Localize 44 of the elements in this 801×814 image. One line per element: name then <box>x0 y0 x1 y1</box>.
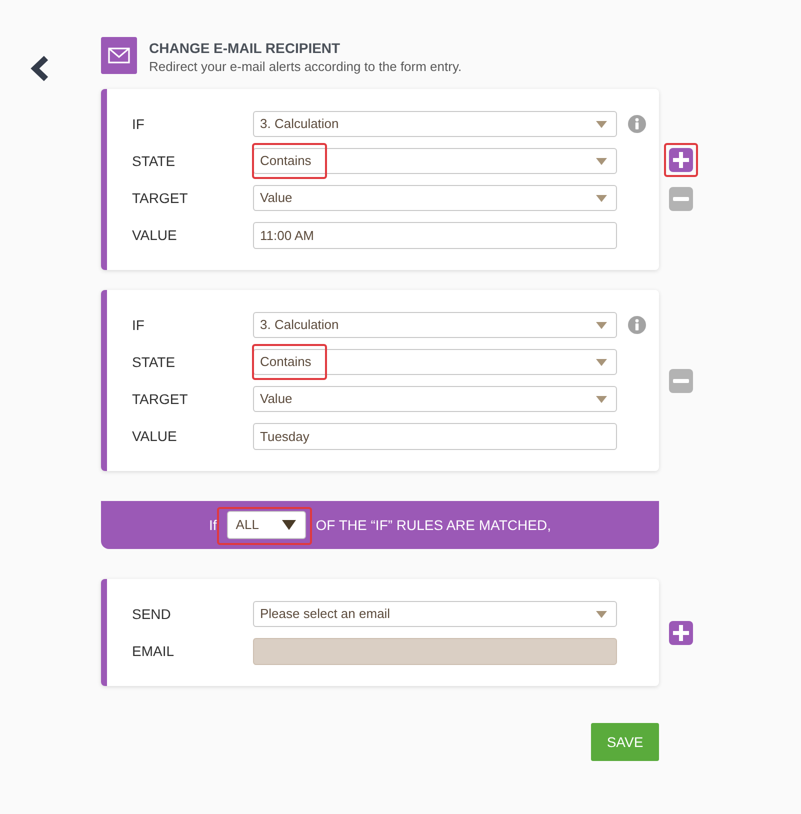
input-field[interactable]: Tuesday <box>253 423 617 450</box>
dropdown-select[interactable]: Value <box>253 386 617 412</box>
dropdown-select[interactable]: 3. Calculation <box>253 111 617 137</box>
minus-icon <box>673 197 689 201</box>
minus-icon <box>673 378 689 382</box>
remove-button[interactable] <box>669 187 693 211</box>
caret-icon <box>596 396 607 402</box>
caret-icon <box>596 194 607 202</box>
info-icon[interactable] <box>628 115 646 133</box>
match-prefix: If <box>209 516 217 534</box>
caret-icon <box>596 358 607 366</box>
page-title: CHANGE E-MAIL RECIPIENT <box>149 39 342 57</box>
field-label: SEND <box>132 604 172 624</box>
field-label: VALUE <box>132 226 178 245</box>
dropdown-select[interactable]: Value <box>253 185 617 211</box>
dropdown-select[interactable]: Contains <box>253 148 617 174</box>
info-icon[interactable] <box>628 316 646 334</box>
caret-icon <box>596 322 607 328</box>
field-label: TARGET <box>132 188 189 208</box>
caret-icon <box>596 158 607 164</box>
plus-icon <box>673 624 689 640</box>
field-label: EMAIL <box>132 642 176 661</box>
caret-icon <box>596 610 607 618</box>
remove-button[interactable] <box>669 368 693 392</box>
field-label: VALUE <box>132 427 178 446</box>
dropdown-select[interactable]: 3. Calculation <box>253 312 617 338</box>
add-button[interactable] <box>669 148 693 172</box>
dropdown-select[interactable]: Contains <box>253 349 617 375</box>
match-dropdown[interactable]: ALL <box>226 511 306 539</box>
add-button[interactable] <box>669 620 693 644</box>
field-label: STATE <box>132 352 176 372</box>
field-label: IF <box>132 316 146 334</box>
caret-icon <box>596 120 607 128</box>
page-subtitle: Redirect your e-mail alerts according to the form entry. <box>149 58 462 76</box>
plus-icon <box>673 152 689 168</box>
dropdown-select[interactable]: Please select an email <box>253 601 617 627</box>
field-label: STATE <box>132 152 176 170</box>
caret-icon <box>282 520 296 530</box>
input-field[interactable]: 11:00 AM <box>253 222 617 249</box>
chevron-left-icon[interactable] <box>29 55 50 82</box>
match-suffix: OF THE “IF” RULES ARE MATCHED, <box>316 516 551 534</box>
envelope-icon <box>101 37 137 74</box>
field-label: TARGET <box>132 390 189 408</box>
field-label: IF <box>132 114 146 134</box>
